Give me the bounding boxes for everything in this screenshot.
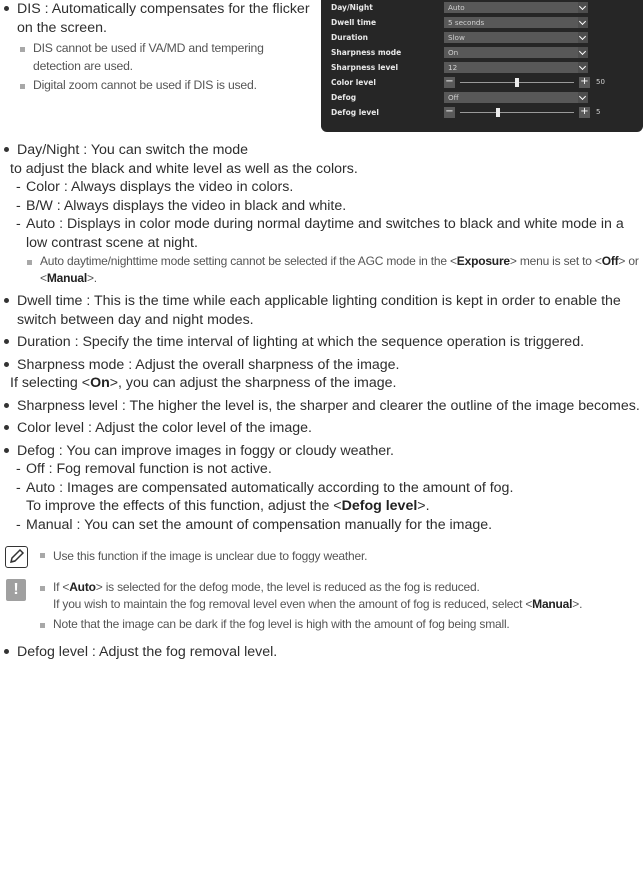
dis-section: DIS : Automatically compensates for the … [0, 0, 310, 95]
dis-note-2: Digital zoom cannot be used if DIS is us… [0, 77, 310, 95]
osd-row-defog[interactable]: Defog Off [331, 90, 633, 104]
defog-level-item: Defog level : Adjust the fog removal lev… [0, 643, 643, 662]
defog-opt-off: Off : Fog removal function is not active… [0, 460, 643, 479]
caution-text-1: If <Auto> is selected for the defog mode… [40, 579, 643, 613]
osd-select[interactable]: Slow [444, 31, 588, 43]
minus-icon[interactable]: − [444, 106, 455, 118]
plus-icon[interactable]: + [579, 76, 590, 88]
osd-label: Day/Night [331, 2, 373, 12]
defog-level-slider[interactable]: − + 5 [444, 106, 600, 118]
osd-label: Defog level [331, 107, 379, 117]
osd-select[interactable]: Off [444, 91, 588, 103]
camera-osd-panel: Day/Night Auto Dwell time 5 seconds Dura… [321, 0, 643, 132]
pencil-note-icon [5, 546, 28, 568]
osd-label: Sharpness mode [331, 47, 402, 57]
chevron-down-icon[interactable] [578, 91, 588, 103]
osd-select[interactable]: 12 [444, 61, 588, 73]
osd-label: Duration [331, 32, 368, 42]
color-level-slider[interactable]: − + 50 [444, 76, 605, 88]
dis-item: DIS : Automatically compensates for the … [0, 0, 310, 37]
minus-icon[interactable]: − [444, 76, 455, 88]
osd-row-daynight[interactable]: Day/Night Auto [331, 0, 633, 14]
slider-thumb[interactable] [496, 107, 500, 117]
osd-row-defog-level[interactable]: Defog level − + 5 [331, 105, 633, 119]
duration-item: Duration : Specify the time interval of … [0, 333, 643, 352]
defog-opt-manual: Manual : You can set the amount of compe… [0, 516, 643, 535]
chevron-down-icon[interactable] [578, 61, 588, 73]
daynight-opt-color: Color : Always displays the video in col… [0, 178, 643, 197]
osd-label: Color level [331, 77, 376, 87]
dwell-item: Dwell time : This is the time while each… [0, 292, 643, 329]
defog-item: Defog : You can improve images in foggy … [0, 442, 643, 461]
slider-thumb[interactable] [515, 77, 519, 87]
exclamation-icon: ! [6, 579, 26, 601]
memo-note: Use this function if the image is unclea… [0, 546, 643, 568]
color-level-item: Color level : Adjust the color level of … [0, 419, 643, 438]
caution-text-2: Note that the image can be dark if the f… [40, 616, 643, 633]
plus-icon[interactable]: + [579, 106, 590, 118]
osd-row-color-level[interactable]: Color level − + 50 [331, 75, 633, 89]
osd-row-sharp-mode[interactable]: Sharpness mode On [331, 45, 633, 59]
daynight-opt-auto: Auto : Displays in color mode during nor… [0, 215, 643, 252]
main-content: Day/Night : You can switch the mode to a… [0, 141, 643, 666]
osd-row-sharp-level[interactable]: Sharpness level 12 [331, 60, 633, 74]
osd-select[interactable]: Auto [444, 1, 588, 13]
osd-row-duration[interactable]: Duration Slow [331, 30, 633, 44]
osd-select[interactable]: On [444, 46, 588, 58]
sharpness-level-item: Sharpness level : The higher the level i… [0, 397, 643, 416]
defog-opt-auto: Auto : Images are compensated automatica… [0, 479, 643, 516]
osd-row-dwell[interactable]: Dwell time 5 seconds [331, 15, 633, 29]
osd-label: Sharpness level [331, 62, 399, 72]
chevron-down-icon[interactable] [578, 31, 588, 43]
chevron-down-icon[interactable] [578, 46, 588, 58]
osd-select[interactable]: 5 seconds [444, 16, 588, 28]
sharpness-mode-item: Sharpness mode : Adjust the overall shar… [0, 356, 643, 393]
caution-note: ! If <Auto> is selected for the defog mo… [0, 579, 643, 633]
daynight-desc: to adjust the black and white level as w… [10, 160, 358, 177]
chevron-down-icon[interactable] [578, 16, 588, 28]
chevron-down-icon[interactable] [578, 1, 588, 13]
daynight-note: Auto daytime/nighttime mode setting cann… [7, 253, 643, 287]
osd-label: Dwell time [331, 17, 377, 27]
osd-label: Defog [331, 92, 357, 102]
memo-text: Use this function if the image is unclea… [40, 546, 643, 565]
dis-note-1: DIS cannot be used if VA/MD and temperin… [0, 40, 310, 75]
daynight-item: Day/Night : You can switch the mode [0, 141, 643, 160]
slider-value: 5 [596, 107, 601, 116]
daynight-opt-bw: B/W : Always displays the video in black… [0, 197, 643, 216]
slider-value: 50 [596, 77, 605, 86]
slider-track[interactable] [460, 111, 574, 113]
